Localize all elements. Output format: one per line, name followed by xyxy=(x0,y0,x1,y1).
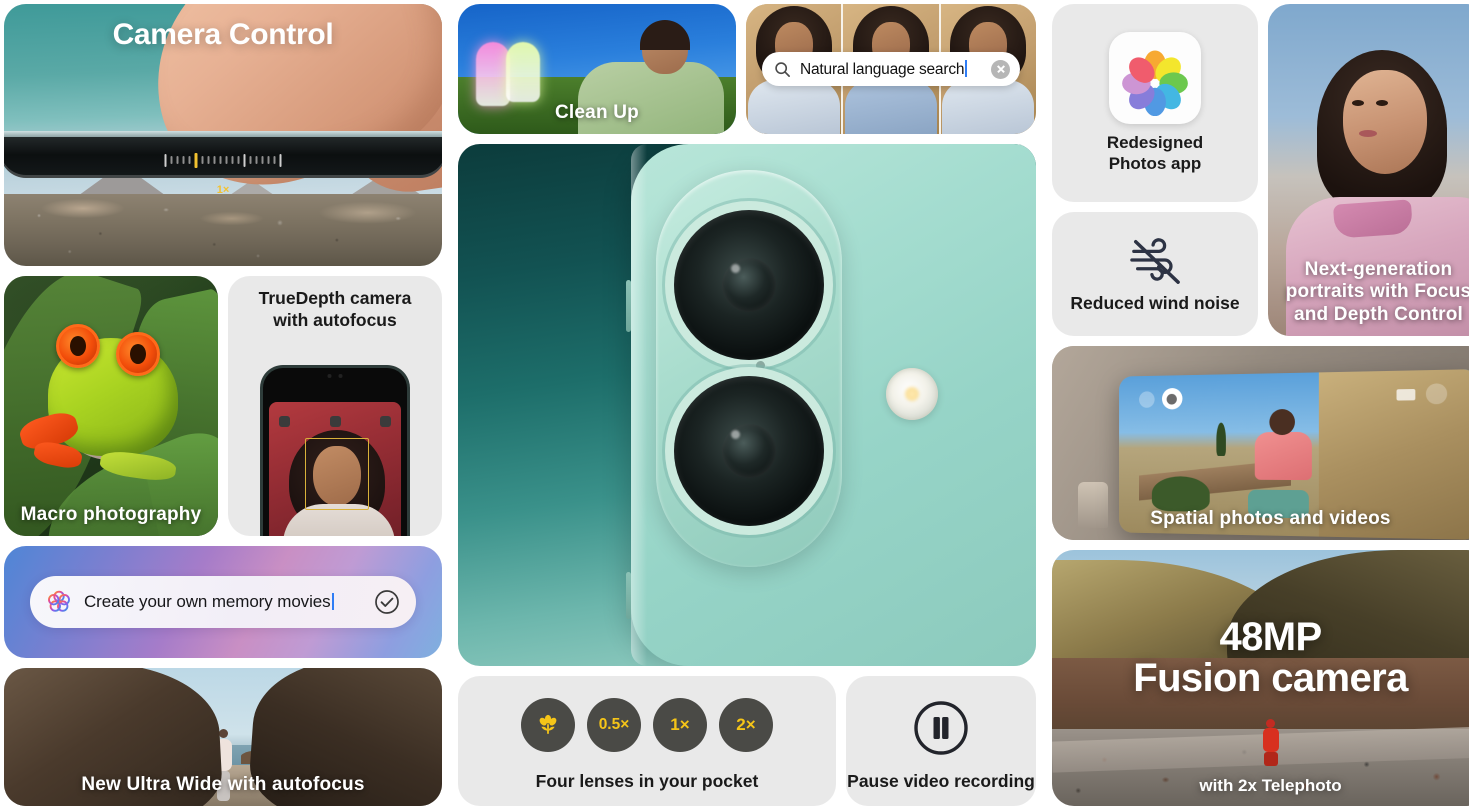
phone-back-panel xyxy=(626,144,1036,666)
ultra-wide-card[interactable]: New Ultra Wide with autofocus xyxy=(4,668,442,806)
ultra-wide-caption: New Ultra Wide with autofocus xyxy=(81,773,365,795)
lens-chip-group: 0.5× 1× 2× xyxy=(458,698,836,752)
fusion-title-line1: 48MP xyxy=(1219,614,1322,659)
pause-circle-icon[interactable] xyxy=(913,700,969,756)
pause-recording-caption: Pause video recording xyxy=(847,771,1035,791)
photos-label-line1: Redesigned xyxy=(1106,132,1204,152)
search-icon xyxy=(775,61,790,77)
lens-chip-1x[interactable]: 1× xyxy=(653,698,707,752)
video-camera-icon[interactable] xyxy=(1396,388,1415,401)
more-options-icon[interactable] xyxy=(1425,383,1447,405)
four-lenses-card[interactable]: 0.5× 1× 2× Four lenses in your pocket xyxy=(458,676,836,806)
subject-face xyxy=(1343,70,1428,175)
wind-noise-off-icon xyxy=(1130,237,1180,284)
truedepth-title-line2: with autofocus xyxy=(273,309,397,330)
search-value: Natural language search xyxy=(800,59,982,79)
camera-control-title: Camera Control xyxy=(112,18,334,51)
apple-intelligence-icon xyxy=(48,590,70,612)
truedepth-title: TrueDepth camera with autofocus xyxy=(228,288,442,332)
memory-movies-text: Create your own memory movies xyxy=(84,592,362,612)
fusion-camera-card[interactable]: 48MP Fusion camera with 2x Telephoto xyxy=(1052,550,1469,806)
clean-up-caption: Clean Up xyxy=(555,101,639,123)
wind-noise-label: Reduced wind noise xyxy=(1070,292,1240,313)
four-lenses-caption: Four lenses in your pocket xyxy=(535,771,759,791)
reduced-wind-noise-card[interactable]: Reduced wind noise xyxy=(1052,212,1258,336)
lens-chip-0-5x[interactable]: 0.5× xyxy=(587,698,641,752)
volume-button xyxy=(626,279,632,332)
flash-module xyxy=(886,368,939,421)
zoom-slider[interactable] xyxy=(164,152,282,168)
camera-switch-icon[interactable] xyxy=(380,415,391,427)
memory-movies-card[interactable]: Create your own memory movies xyxy=(4,546,442,658)
camera-preview xyxy=(269,402,401,536)
removed-subjects-glow xyxy=(476,34,552,106)
live-photo-icon[interactable] xyxy=(329,415,341,427)
redesigned-photos-card[interactable]: Redesigned Photos app xyxy=(1052,4,1258,202)
middle-top-row: Clean Up Natural language search xyxy=(458,4,1036,134)
middle-bottom-row: 0.5× 1× 2× Four lenses in your pocket Pa… xyxy=(458,676,1036,806)
flash-icon[interactable] xyxy=(279,415,290,427)
portraits-caption-line1: Next-generation xyxy=(1304,258,1453,280)
spatial-photos-card[interactable]: Spatial photos and videos xyxy=(1052,346,1469,540)
text-caret xyxy=(965,59,968,77)
natural-language-search-card[interactable]: Natural language search xyxy=(746,4,1036,134)
next-gen-portraits-card[interactable]: Next-generation portraits with Focus and… xyxy=(1268,4,1469,336)
macro-caption: Macro photography xyxy=(20,503,202,525)
focus-rectangle xyxy=(305,438,369,510)
fusion-title: 48MP Fusion camera xyxy=(1052,614,1469,701)
fusion-title-line2: Fusion camera xyxy=(1133,656,1408,701)
photos-label-line2: Photos app xyxy=(1108,154,1202,173)
search-input[interactable]: Natural language search xyxy=(762,52,1020,86)
phone-mockup xyxy=(263,368,407,536)
camera-plateau xyxy=(655,170,842,567)
spatial-caption: Spatial photos and videos xyxy=(1150,507,1391,529)
camera-control-button xyxy=(626,572,632,619)
ultra-wide-lens xyxy=(673,376,824,527)
photos-app-icon[interactable] xyxy=(1109,31,1201,124)
camera-toolbar xyxy=(279,414,391,428)
truedepth-title-line1: TrueDepth camera xyxy=(258,288,412,308)
phone-side-highlight xyxy=(631,144,648,666)
camera-control-card[interactable]: 1× Camera Control xyxy=(4,4,442,266)
lens-chip-2x[interactable]: 2× xyxy=(719,698,773,752)
macro-photography-card[interactable]: Macro photography xyxy=(4,276,218,536)
frog-eye xyxy=(56,324,100,368)
sensor-dots xyxy=(327,374,343,378)
person-in-red xyxy=(1262,719,1280,767)
left-column: 1× Camera Control Macro photography True… xyxy=(4,4,442,806)
photos-app-label: Redesigned Photos app xyxy=(1107,132,1203,175)
playback-controls[interactable] xyxy=(1138,388,1183,410)
back-icon[interactable] xyxy=(1138,390,1155,408)
window-controls[interactable] xyxy=(1396,383,1447,405)
feature-grid: 1× Camera Control Macro photography True… xyxy=(0,0,1469,810)
lens-chip-macro[interactable] xyxy=(521,698,575,752)
portraits-caption: Next-generation portraits with Focus and… xyxy=(1268,259,1469,326)
frog-eye xyxy=(116,332,160,376)
text-caret xyxy=(331,593,334,610)
portraits-caption-line3: and Depth Control xyxy=(1293,303,1464,325)
ground-texture xyxy=(4,194,442,266)
check-circle-icon[interactable] xyxy=(374,589,400,615)
microphone-dot xyxy=(756,360,766,370)
wide-lens xyxy=(673,209,824,360)
truedepth-card[interactable]: TrueDepth camera with autofocus xyxy=(228,276,442,536)
clean-up-card[interactable]: Clean Up xyxy=(458,4,736,134)
middle-column: Clean Up Natural language search 0.5× 1×… xyxy=(458,4,1036,806)
photos-pinwheel-glyph xyxy=(1122,50,1188,116)
pause-recording-card[interactable]: Pause video recording xyxy=(846,676,1036,806)
right-small-cards: Redesigned Photos app Reduced wind noise xyxy=(1052,4,1258,336)
subject-lips xyxy=(1358,130,1377,138)
clear-circle-icon[interactable] xyxy=(991,59,1010,79)
iphone-hero-image[interactable] xyxy=(458,144,1036,666)
portraits-caption-line2: portraits with Focus xyxy=(1285,281,1469,303)
fusion-subtitle: with 2x Telephoto xyxy=(1199,776,1342,795)
right-column: Redesigned Photos app Reduced wind noise… xyxy=(1052,4,1469,806)
zoom-level-label: 1× xyxy=(216,184,230,196)
memory-movies-field[interactable]: Create your own memory movies xyxy=(30,576,416,628)
right-top-row: Redesigned Photos app Reduced wind noise… xyxy=(1052,4,1469,336)
record-indicator-icon xyxy=(1161,388,1183,410)
macro-flower-icon xyxy=(539,714,557,734)
macro-truedepth-row: Macro photography TrueDepth camera with … xyxy=(4,276,442,536)
